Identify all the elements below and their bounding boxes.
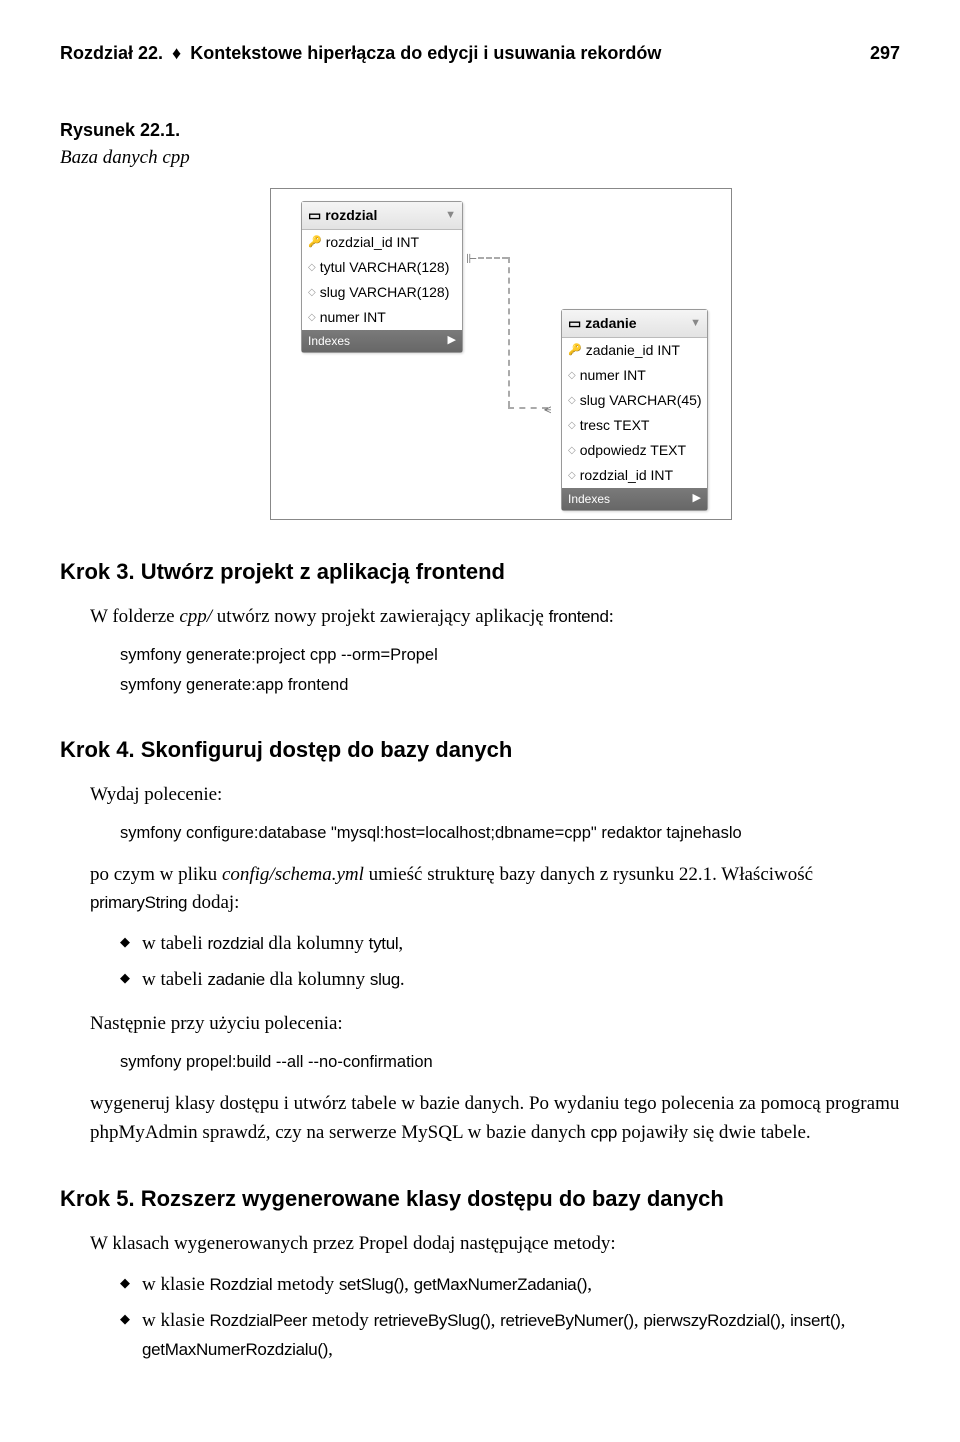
- diamond-icon: ◇: [308, 260, 316, 275]
- key-icon: 🔑: [568, 342, 582, 359]
- step4-paragraph3: Następnie przy użyciu polecenia:: [90, 1010, 900, 1039]
- connector-line: [478, 257, 508, 259]
- diamond-icon: ◇: [568, 393, 576, 408]
- indexes-bar: Indexes▶: [562, 488, 707, 510]
- table-header-zadanie: ▭ zadanie ▼: [562, 310, 707, 338]
- diamond-icon: ◇: [568, 468, 576, 483]
- connector-line: [508, 407, 548, 409]
- step5-heading: Krok 5. Rozszerz wygenerowane klasy dost…: [60, 1182, 900, 1215]
- diamond-icon: ◇: [308, 285, 316, 300]
- step4-paragraph: Wydaj polecenie:: [90, 781, 900, 810]
- chevron-right-icon: ▶: [693, 490, 701, 507]
- code-block: symfony generate:app frontend: [120, 673, 900, 698]
- table-row: 🔑zadanie_id INT: [562, 338, 707, 363]
- step3-heading: Krok 3. Utwórz projekt z aplikacją front…: [60, 555, 900, 588]
- table-row: ◇tytul VARCHAR(128): [302, 255, 462, 280]
- list-item: w tabeli zadanie dla kolumny slug.: [120, 966, 900, 995]
- connector-end-one: ⊩: [466, 249, 477, 269]
- table-name: zadanie: [585, 313, 636, 334]
- page-header: Rozdział 22. ♦ Kontekstowe hiperłącza do…: [60, 40, 900, 67]
- connector-end-many: ⪪: [544, 399, 551, 419]
- table-row: ◇numer INT: [302, 305, 462, 330]
- table-name: rozdzial: [325, 205, 377, 226]
- table-row: ◇slug VARCHAR(128): [302, 280, 462, 305]
- connector-line: [508, 257, 510, 407]
- step4-paragraph4: wygeneruj klasy dostępu i utwórz tabele …: [90, 1090, 900, 1147]
- er-diagram: ▭ rozdzial ▼ 🔑rozdzial_id INT ◇tytul VAR…: [270, 188, 732, 520]
- table-row: ◇rozdzial_id INT: [562, 463, 707, 488]
- figure-label: Rysunek 22.1.: [60, 117, 900, 144]
- table-zadanie: ▭ zadanie ▼ 🔑zadanie_id INT ◇numer INT ◇…: [561, 309, 708, 511]
- table-row: ◇odpowiedz TEXT: [562, 438, 707, 463]
- chevron-down-icon: ▼: [445, 207, 456, 224]
- step4-heading: Krok 4. Skonfiguruj dostęp do bazy danyc…: [60, 733, 900, 766]
- code-block: symfony configure:database "mysql:host=l…: [120, 821, 900, 846]
- key-icon: 🔑: [308, 234, 322, 251]
- table-icon: ▭: [568, 313, 581, 334]
- table-row: ◇tresc TEXT: [562, 413, 707, 438]
- code-block: symfony generate:project cpp --orm=Prope…: [120, 643, 900, 668]
- chevron-down-icon: ▼: [690, 315, 701, 332]
- table-row: ◇numer INT: [562, 363, 707, 388]
- code-block: symfony propel:build --all --no-confirma…: [120, 1050, 900, 1075]
- chapter-title: Kontekstowe hiperłącza do edycji i usuwa…: [190, 43, 661, 63]
- diamond-icon: ◇: [568, 368, 576, 383]
- step5-paragraph: W klasach wygenerowanych przez Propel do…: [90, 1230, 900, 1259]
- list-item: w klasie Rozdzial metody setSlug(), getM…: [120, 1271, 900, 1300]
- table-rozdzial: ▭ rozdzial ▼ 🔑rozdzial_id INT ◇tytul VAR…: [301, 201, 463, 353]
- step5-list: w klasie Rozdzial metody setSlug(), getM…: [60, 1271, 900, 1365]
- list-item: w tabeli rozdzial dla kolumny tytul,: [120, 930, 900, 959]
- table-row: ◇slug VARCHAR(45): [562, 388, 707, 413]
- figure-caption: Baza danych cpp: [60, 144, 900, 173]
- diamond-icon: ◇: [568, 443, 576, 458]
- chapter-label: Rozdział 22.: [60, 43, 163, 63]
- diamond-icon: ◇: [308, 310, 316, 325]
- list-item: w klasie RozdzialPeer metody retrieveByS…: [120, 1307, 900, 1364]
- indexes-bar: Indexes▶: [302, 330, 462, 352]
- header-diamond: ♦: [172, 43, 181, 63]
- table-icon: ▭: [308, 205, 321, 226]
- table-header-rozdzial: ▭ rozdzial ▼: [302, 202, 462, 230]
- chevron-right-icon: ▶: [448, 332, 456, 349]
- step3-paragraph: W folderze cpp/ utwórz nowy projekt zawi…: [90, 603, 900, 632]
- page-number: 297: [870, 40, 900, 67]
- diamond-icon: ◇: [568, 418, 576, 433]
- step4-list: w tabeli rozdzial dla kolumny tytul, w t…: [60, 930, 900, 995]
- step4-paragraph2: po czym w pliku config/schema.yml umieść…: [90, 861, 900, 918]
- table-row: 🔑rozdzial_id INT: [302, 230, 462, 255]
